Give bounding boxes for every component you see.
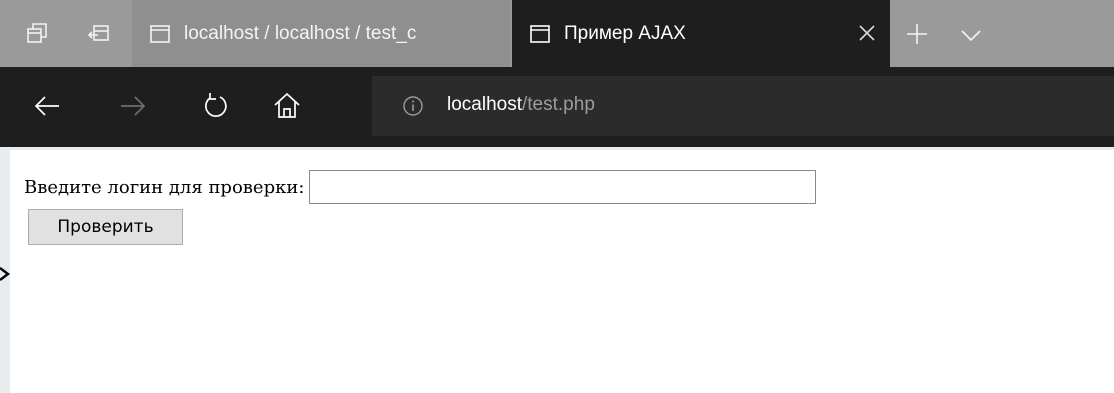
tab-page-icon (530, 24, 550, 43)
close-icon[interactable] (854, 20, 880, 46)
tab-actions-icon[interactable] (26, 22, 48, 44)
page-content: Введите логин для проверки: Проверить (10, 150, 1114, 393)
url-host: localhost (447, 94, 522, 115)
set-tabs-aside-icon[interactable] (88, 22, 110, 44)
forward-arrow-icon[interactable] (118, 91, 148, 121)
url-path: /test.php (522, 94, 595, 115)
login-form-row: Введите логин для проверки: (24, 170, 817, 204)
home-icon[interactable] (272, 91, 302, 121)
back-arrow-icon[interactable] (32, 91, 62, 121)
info-icon[interactable] (402, 95, 424, 117)
tab-title: localhost / localhost / test_c (184, 22, 417, 44)
login-input[interactable] (309, 170, 817, 204)
tab-localhost[interactable]: localhost / localhost / test_c (132, 0, 510, 67)
address-bar[interactable]: localhost/test.php (372, 76, 1114, 136)
refresh-icon[interactable] (201, 91, 231, 121)
login-label: Введите логин для проверки: (24, 176, 305, 198)
navigation-bar: localhost/test.php (0, 67, 1114, 147)
tab-strip: localhost / localhost / test_c Пример AJ… (0, 0, 1114, 67)
check-button[interactable]: Проверить (28, 209, 183, 245)
tab-title: Пример AJAX (564, 22, 686, 44)
url-text[interactable]: localhost/test.php (447, 94, 595, 116)
chevron-down-icon[interactable] (960, 24, 982, 46)
tab-page-icon (150, 24, 170, 43)
tab-ajax-example[interactable]: Пример AJAX (512, 0, 890, 67)
new-tab-icon[interactable] (905, 22, 929, 46)
chevron-right-icon (0, 267, 10, 281)
